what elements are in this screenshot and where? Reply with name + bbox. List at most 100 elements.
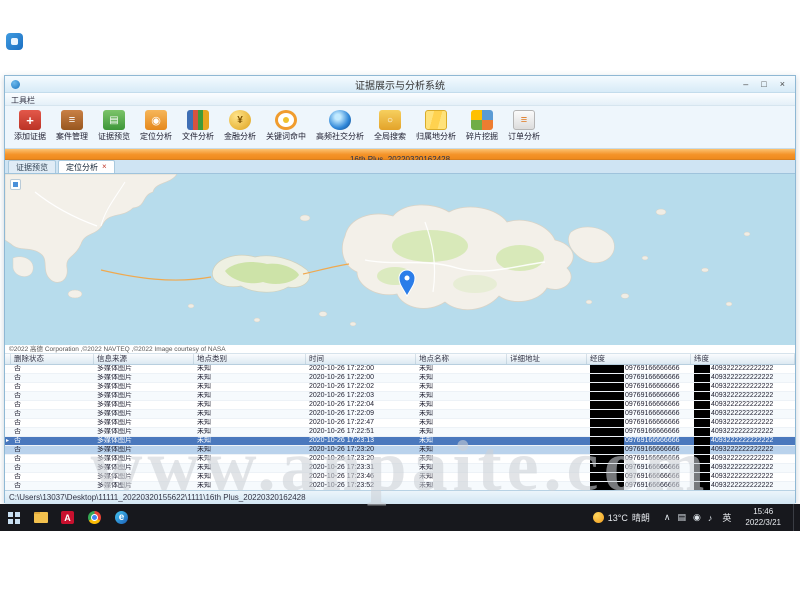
cell-category: 未知 — [194, 473, 306, 481]
minimize-button[interactable]: – — [743, 77, 748, 92]
weather-temp: 13°C — [608, 513, 628, 523]
table-row[interactable]: 否多媒体图片未知2020-10-26 17:23:46未知09769166666… — [5, 473, 795, 482]
cell-deleted: 否 — [11, 437, 94, 445]
toolbar-button-evidence-preview[interactable]: 证据预览 — [93, 109, 135, 142]
language-indicator[interactable]: 英 — [722, 511, 731, 524]
cell-longitude: 09769166666666 — [587, 482, 691, 490]
toolbar-button-location-analysis[interactable]: 定位分析 — [135, 109, 177, 142]
toolbar-button-attribution-analysis[interactable]: 归属地分析 — [411, 109, 461, 142]
toolbar-button-label: 证据预览 — [98, 131, 130, 142]
taskbar-apps — [0, 504, 135, 531]
hidden-icons-chevron[interactable]: ∧ — [664, 512, 671, 523]
table-row[interactable]: 否多媒体图片未知2020-10-26 17:22:00未知09769166666… — [5, 374, 795, 383]
toolbar-button-social-frequency-analysis[interactable]: 高频社交分析 — [311, 109, 369, 142]
close-button[interactable]: × — [780, 77, 785, 92]
table-row[interactable]: 否多媒体图片未知2020-10-26 17:23:31未知09769166666… — [5, 464, 795, 473]
table-row[interactable]: 否多媒体图片未知2020-10-26 17:22:00未知09769166666… — [5, 365, 795, 374]
toolbar-button-label: 添加证据 — [14, 131, 46, 142]
column-header[interactable]: 信息来源 — [94, 354, 194, 364]
tray-icons: ∧ ▤ ◉ ♪ — [664, 512, 712, 523]
column-header[interactable]: 时间 — [306, 354, 416, 364]
toolbar-button-fragment-mining[interactable]: 碎片挖掘 — [461, 109, 503, 142]
cell-source: 多媒体图片 — [94, 437, 194, 445]
table-row[interactable]: 否多媒体图片未知2020-10-26 17:22:09未知09769166666… — [5, 410, 795, 419]
table-row[interactable]: 否多媒体图片未知2020-10-26 17:23:52未知09769166666… — [5, 482, 795, 490]
cell-address — [507, 437, 587, 445]
toolbar-button-finance-analysis[interactable]: 金融分析 — [219, 109, 261, 142]
taskbar: 13°C 晴朗 ∧ ▤ ◉ ♪ 英 15:46 2022/3/21 — [0, 504, 800, 531]
cell-category: 未知 — [194, 464, 306, 472]
map[interactable] — [5, 174, 795, 345]
cell-category: 未知 — [194, 482, 306, 490]
cell-source: 多媒体图片 — [94, 419, 194, 427]
cell-source: 多媒体图片 — [94, 401, 194, 409]
taskbar-tray-area: 13°C 晴朗 ∧ ▤ ◉ ♪ 英 15:46 2022/3/21 — [593, 504, 800, 531]
cell-category: 未知 — [194, 401, 306, 409]
onedrive-icon[interactable]: ▤ — [678, 512, 687, 523]
start-button[interactable] — [0, 504, 27, 531]
show-desktop-button[interactable] — [793, 504, 798, 531]
cell-longitude: 09769166666666 — [587, 365, 691, 373]
acrobat-icon[interactable] — [54, 504, 81, 531]
tab-bar: 证据预览定位分析 × — [5, 160, 795, 174]
cell-time: 2020-10-26 17:22:03 — [306, 392, 416, 400]
desktop-shortcut-icon[interactable] — [6, 33, 23, 50]
titlebar[interactable]: 证据展示与分析系统 – □ × — [5, 76, 795, 93]
tab-close-icon[interactable]: × — [102, 163, 107, 171]
network-icon[interactable]: ◉ — [693, 512, 701, 523]
cell-time: 2020-10-26 17:22:47 — [306, 419, 416, 427]
weather-widget[interactable]: 13°C 晴朗 — [593, 511, 650, 524]
table-row[interactable]: ▸否多媒体图片未知2020-10-26 17:23:13未知0976916666… — [5, 437, 795, 446]
case-bar[interactable]: 16th Plus_20220320162428 — [5, 149, 795, 160]
clock[interactable]: 15:46 2022/3/21 — [745, 507, 781, 528]
column-header[interactable]: 纬度 — [691, 354, 795, 364]
cell-source: 多媒体图片 — [94, 374, 194, 382]
toolbar-button-keyword-hit[interactable]: 关键词命中 — [261, 109, 311, 142]
toolbar-button-label: 碎片挖掘 — [466, 131, 498, 142]
tab-evidence-preview[interactable]: 证据预览 — [8, 160, 56, 173]
attribution-analysis-icon — [425, 110, 447, 130]
tab-location-analysis[interactable]: 定位分析 × — [58, 160, 115, 173]
column-header[interactable]: 删除状态 — [11, 354, 94, 364]
cell-latitude: 4093222222222222 — [691, 392, 795, 400]
map-layers-control[interactable] — [10, 179, 21, 190]
cell-time: 2020-10-26 17:23:20 — [306, 446, 416, 454]
table-row[interactable]: 否多媒体图片未知2020-10-26 17:22:03未知09769166666… — [5, 392, 795, 401]
toolbar-button-file-analysis[interactable]: 文件分析 — [177, 109, 219, 142]
cell-latitude: 4093222222222222 — [691, 401, 795, 409]
table-row[interactable]: 否多媒体图片未知2020-10-26 17:22:47未知09769166666… — [5, 419, 795, 428]
table-row[interactable]: 否多媒体图片未知2020-10-26 17:23:20未知09769166666… — [5, 455, 795, 464]
toolbar-button-add-evidence[interactable]: 添加证据 — [9, 109, 51, 142]
evidence-preview-icon — [103, 110, 125, 130]
cell-deleted: 否 — [11, 473, 94, 481]
window-title: 证据展示与分析系统 — [5, 77, 795, 92]
toolbar-button-global-search[interactable]: 全局搜索 — [369, 109, 411, 142]
toolbar-button-label: 高频社交分析 — [316, 131, 364, 142]
column-header[interactable]: 详细地址 — [507, 354, 587, 364]
toolbar-button-label: 关键词命中 — [266, 131, 306, 142]
redaction-box — [590, 428, 624, 436]
cell-deleted: 否 — [11, 365, 94, 373]
toolbar-button-order-analysis[interactable]: 订单分析 — [503, 109, 545, 142]
cell-deleted: 否 — [11, 374, 94, 382]
table-row[interactable]: 否多媒体图片未知2020-10-26 17:22:04未知09769166666… — [5, 401, 795, 410]
chrome-icon[interactable] — [81, 504, 108, 531]
tab-label: 定位分析 — [66, 162, 98, 173]
table-row[interactable]: 否多媒体图片未知2020-10-26 17:22:51未知09769166666… — [5, 428, 795, 437]
maximize-button[interactable]: □ — [761, 77, 766, 92]
global-search-icon — [379, 110, 401, 130]
cell-address — [507, 428, 587, 436]
cell-name: 未知 — [416, 482, 507, 490]
cell-category: 未知 — [194, 374, 306, 382]
file-explorer-icon[interactable] — [27, 504, 54, 531]
column-header[interactable]: 地点类别 — [194, 354, 306, 364]
table-row[interactable]: 否多媒体图片未知2020-10-26 17:22:02未知09769166666… — [5, 383, 795, 392]
edge-icon[interactable] — [108, 504, 135, 531]
table-row[interactable]: 否多媒体图片未知2020-10-26 17:23:20未知09769166666… — [5, 446, 795, 455]
column-header[interactable]: 地点名称 — [416, 354, 507, 364]
cell-longitude: 09769166666666 — [587, 473, 691, 481]
cell-source: 多媒体图片 — [94, 446, 194, 454]
column-header[interactable]: 经度 — [587, 354, 691, 364]
volume-icon[interactable]: ♪ — [708, 513, 713, 523]
toolbar-button-case-management[interactable]: 案件管理 — [51, 109, 93, 142]
